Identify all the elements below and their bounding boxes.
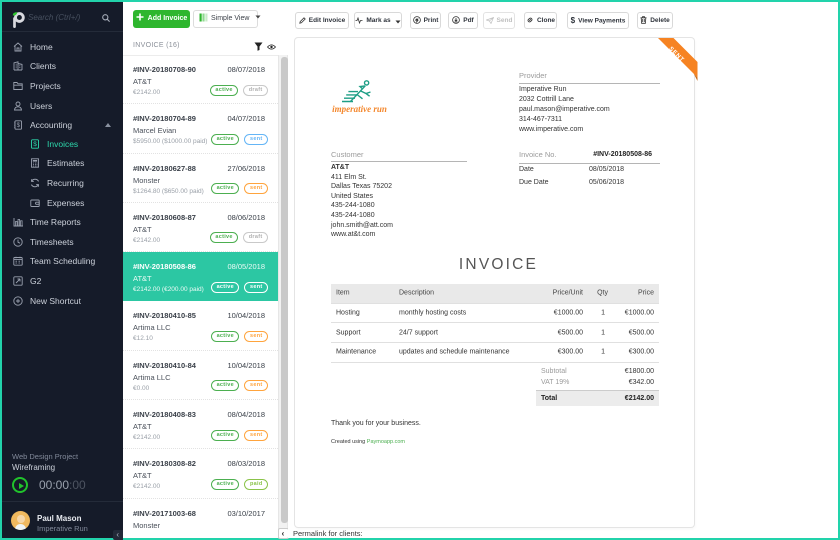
svg-text:$: $ xyxy=(33,141,37,148)
svg-text:$: $ xyxy=(17,123,21,129)
